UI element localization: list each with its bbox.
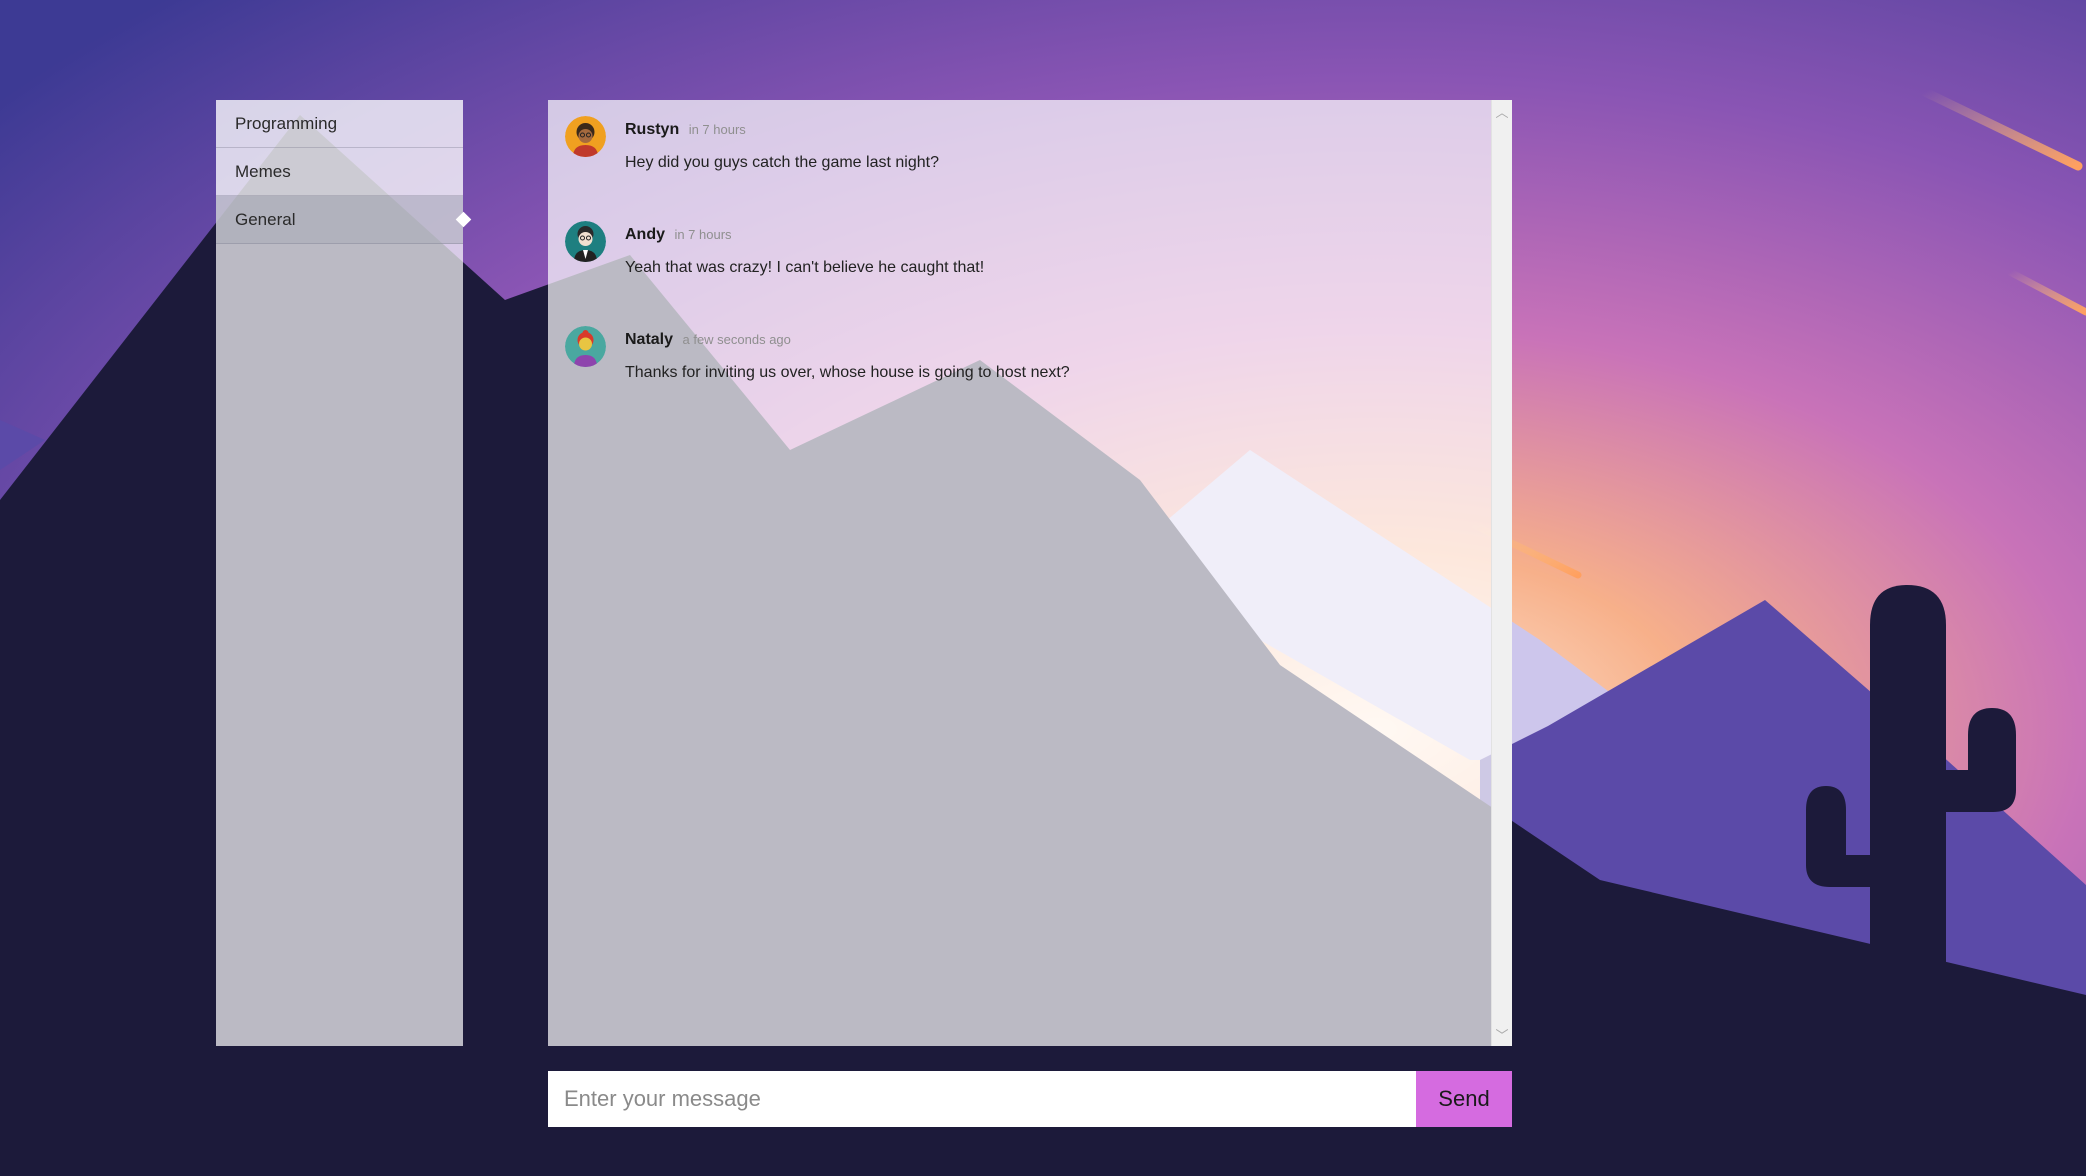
message-author: Andy [625, 226, 665, 243]
channel-item-memes[interactable]: Memes [216, 148, 463, 196]
message-input[interactable] [548, 1071, 1416, 1127]
channel-label: General [235, 210, 296, 229]
message-timestamp: in 7 hours [674, 227, 732, 242]
message-text: Yeah that was crazy! I can't believe he … [625, 259, 985, 276]
avatar-rustyn [565, 116, 606, 157]
message-list[interactable]: Rustyn in 7 hours Hey did you guys catch… [548, 100, 1512, 1046]
vertical-scrollbar[interactable]: ︿ ﹀ [1491, 100, 1512, 1046]
channel-item-general[interactable]: General [216, 196, 463, 244]
channel-label: Programming [235, 114, 338, 133]
avatar-nataly [565, 326, 606, 367]
channel-label: Memes [235, 162, 291, 181]
message-timestamp: a few seconds ago [682, 332, 791, 347]
message-text: Thanks for inviting us over, whose house… [625, 364, 1070, 381]
scroll-down-icon[interactable]: ﹀ [1492, 1025, 1512, 1044]
send-button[interactable]: Send [1416, 1071, 1512, 1127]
message-text: Hey did you guys catch the game last nig… [625, 154, 939, 171]
avatar-andy [565, 221, 606, 262]
message-author: Rustyn [625, 121, 680, 138]
channel-item-programming[interactable]: Programming [216, 100, 463, 148]
message-author: Nataly [625, 331, 674, 348]
message-composer: Send [548, 1071, 1512, 1127]
channel-sidebar: Programming Memes General [216, 100, 463, 1046]
message-timestamp: in 7 hours [688, 122, 746, 137]
scroll-up-icon[interactable]: ︿ [1492, 102, 1512, 121]
